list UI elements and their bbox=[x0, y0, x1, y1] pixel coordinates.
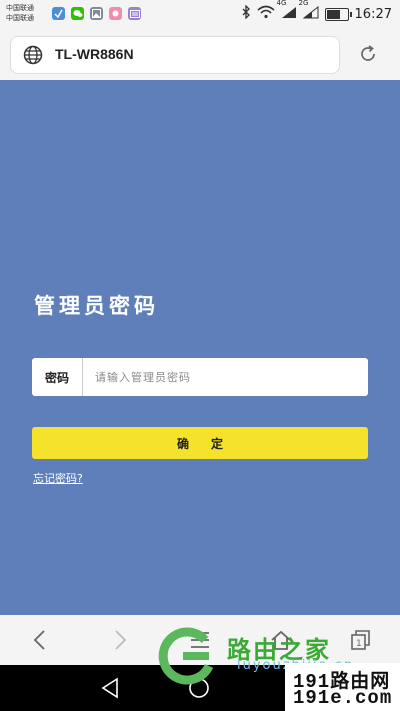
battery-icon bbox=[324, 7, 352, 21]
bluetooth-icon bbox=[241, 4, 251, 23]
wechat-icon bbox=[71, 7, 84, 20]
site-logo-line2: 191e.com bbox=[293, 687, 393, 709]
confirm-button[interactable]: 确定 bbox=[32, 427, 368, 459]
gallery-icon bbox=[90, 7, 103, 20]
carrier-info: 中国联通 中国联通 bbox=[6, 3, 34, 23]
menu-icon[interactable] bbox=[190, 631, 210, 653]
network-type-1: 4G bbox=[276, 0, 287, 7]
address-bar[interactable]: TL-WR886N bbox=[10, 36, 340, 74]
back-icon[interactable] bbox=[32, 629, 48, 655]
signal-icon bbox=[281, 6, 296, 18]
password-label: 密码 bbox=[32, 358, 83, 396]
page-title: 管理员密码 bbox=[34, 293, 159, 318]
notification-icons bbox=[52, 7, 141, 20]
carrier-1: 中国联通 bbox=[6, 4, 34, 12]
carrier-2: 中国联通 bbox=[6, 14, 34, 22]
signal-2g: 2G bbox=[299, 0, 319, 23]
signal-4g: 4G bbox=[277, 0, 297, 23]
tabs-icon[interactable]: 1 bbox=[350, 629, 372, 655]
home-icon[interactable] bbox=[270, 629, 292, 655]
keyboard-icon bbox=[128, 7, 141, 20]
globe-icon bbox=[23, 45, 43, 69]
nav-home-icon[interactable] bbox=[188, 677, 210, 703]
reload-icon[interactable] bbox=[358, 44, 384, 68]
svg-text:1: 1 bbox=[356, 639, 362, 649]
app-notify-icon bbox=[109, 7, 122, 20]
bottom-toolbar: 1 bbox=[0, 615, 400, 665]
signal-icon bbox=[302, 5, 319, 18]
forward-icon[interactable] bbox=[112, 629, 128, 655]
wifi-icon bbox=[257, 5, 275, 23]
url-text[interactable]: TL-WR886N bbox=[55, 46, 134, 62]
browser-toolbar: TL-WR886N bbox=[0, 30, 400, 80]
site-logo: 191路由网 191e.com bbox=[285, 663, 400, 711]
status-right: 4G 2G 16:27 bbox=[241, 0, 392, 23]
login-page: 管理员密码 密码 确定 忘记密码? bbox=[0, 80, 400, 615]
clock: 16:27 bbox=[354, 6, 392, 22]
nav-back-icon[interactable] bbox=[100, 677, 120, 703]
password-field-group: 密码 bbox=[32, 358, 368, 396]
password-input[interactable] bbox=[83, 358, 368, 396]
network-type-2: 2G bbox=[298, 0, 309, 7]
forgot-password-link[interactable]: 忘记密码? bbox=[33, 470, 83, 486]
status-bar: 中国联通 中国联通 4G 2G 16:27 bbox=[0, 0, 400, 30]
app-notify-icon bbox=[52, 7, 65, 20]
